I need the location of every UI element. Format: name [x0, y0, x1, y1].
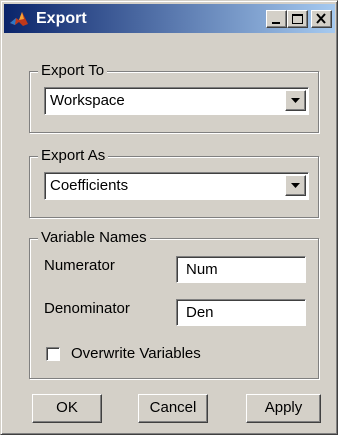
dropdown-arrow-icon	[291, 183, 300, 188]
overwrite-variables-label[interactable]: Overwrite Variables	[71, 345, 201, 363]
dropdown-arrow-icon	[291, 98, 300, 103]
cancel-button[interactable]: Cancel	[138, 394, 208, 423]
export-to-select[interactable]: Workspace	[44, 87, 309, 115]
apply-button[interactable]: Apply	[246, 394, 321, 423]
export-as-legend: Export As	[38, 147, 109, 165]
denominator-label: Denominator	[44, 300, 130, 317]
export-as-dropdown-button[interactable]	[285, 175, 306, 196]
export-dialog: Export Export To Workspace Export As Coe…	[0, 0, 338, 435]
window-title: Export	[36, 10, 87, 27]
numerator-field[interactable]: Num	[176, 256, 306, 283]
export-as-value: Coefficients	[50, 177, 129, 194]
ok-button[interactable]: OK	[32, 394, 102, 423]
close-button[interactable]	[311, 10, 332, 28]
matlab-icon	[9, 9, 29, 29]
close-icon	[316, 13, 326, 24]
export-to-legend: Export To	[38, 62, 108, 80]
overwrite-variables-checkbox[interactable]	[46, 347, 60, 361]
title-bar[interactable]: Export	[4, 4, 335, 33]
numerator-label: Numerator	[44, 257, 115, 274]
export-to-dropdown-button[interactable]	[285, 90, 306, 111]
denominator-field[interactable]: Den	[176, 299, 306, 326]
export-as-select[interactable]: Coefficients	[44, 172, 309, 200]
maximize-button[interactable]	[287, 10, 308, 28]
maximize-icon	[292, 14, 303, 24]
export-to-value: Workspace	[50, 92, 125, 109]
variable-names-legend: Variable Names	[38, 229, 150, 247]
minimize-button[interactable]	[266, 10, 287, 28]
minimize-icon	[272, 22, 280, 24]
